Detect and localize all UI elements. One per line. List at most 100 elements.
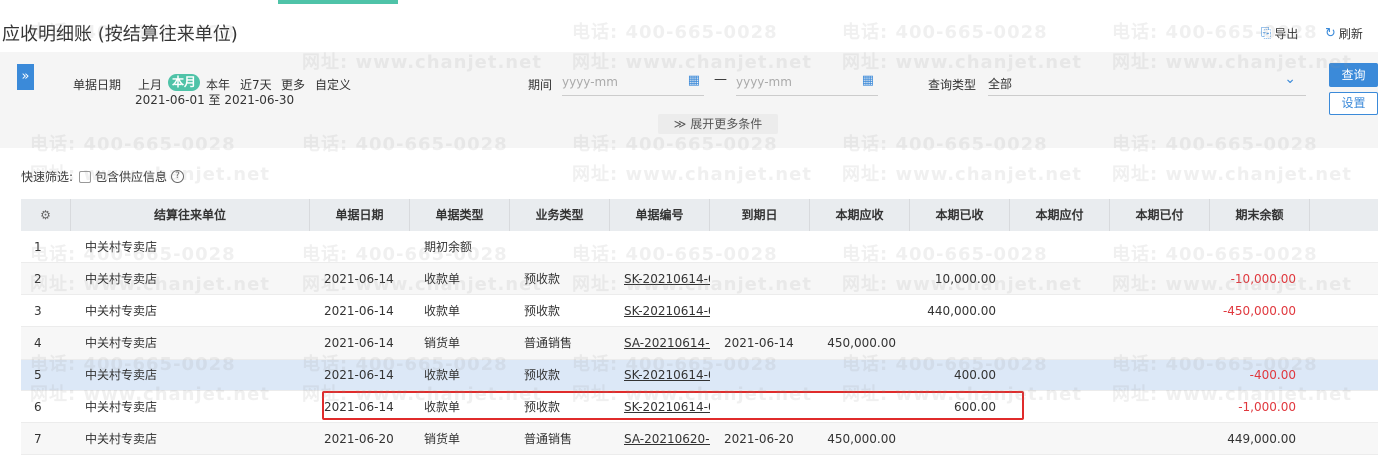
cell-doc-no-link[interactable]: SK-20210614-0 (610, 391, 710, 422)
query-button[interactable]: 查询 (1329, 63, 1378, 87)
col-header-unit[interactable]: 结算往来单位 (71, 199, 310, 231)
period-end-placeholder: yyyy-mm (736, 75, 792, 89)
cell-balance: -400.00 (1249, 368, 1296, 382)
period-start-input[interactable]: yyyy-mm ▦ (562, 72, 704, 96)
cell-doc-no-link[interactable]: SA-20210620-0 (610, 423, 710, 454)
cell-paid (1110, 423, 1210, 454)
col-header-doc-type[interactable]: 单据类型 (410, 199, 510, 231)
row-number: 1 (34, 240, 42, 254)
cell-balance (1210, 327, 1310, 359)
cell-received (910, 327, 1010, 359)
expand-more-label: 展开更多条件 (690, 117, 763, 131)
cell-receivable (810, 391, 910, 422)
cell-biz-type: 普通销售 (524, 336, 573, 350)
date-filter-label: 单据日期 (73, 78, 122, 92)
cell-payable (1010, 232, 1110, 262)
cell-biz-type: 预收款 (524, 304, 561, 318)
table-row[interactable]: 3 中关村专卖店 2021-06-14 收款单 预收款 SK-20210614-… (21, 295, 1378, 327)
col-header-payable[interactable]: 本期应付 (1010, 199, 1110, 231)
include-supplier-checkbox[interactable] (79, 170, 92, 183)
col-header-due-date[interactable]: 到期日 (710, 199, 810, 231)
table-row[interactable]: 6 中关村专卖店 2021-06-14 收款单 预收款 SK-20210614-… (21, 391, 1378, 423)
cell-date: 2021-06-14 (324, 304, 394, 318)
cell-doc-type: 销货单 (424, 336, 461, 350)
column-settings-icon[interactable]: ⚙ (21, 199, 71, 231)
cell-balance: -1,000.00 (1238, 400, 1296, 414)
table-row[interactable]: 7 中关村专卖店 2021-06-20 销货单 普通销售 SA-20210620… (21, 423, 1378, 455)
refresh-button[interactable]: ↻ 刷新 (1325, 25, 1363, 42)
cell-payable (1010, 327, 1110, 359)
period-end-input[interactable]: yyyy-mm ▦ (736, 72, 878, 96)
expand-more-conditions-button[interactable]: ≫ 展开更多条件 (658, 114, 778, 134)
quick-option-this-month[interactable]: 本月 (168, 74, 201, 91)
table-row[interactable]: 2 中关村专卖店 2021-06-14 收款单 预收款 SK-20210614-… (21, 263, 1378, 295)
table-row[interactable]: 1 中关村专卖店 期初余额 (21, 232, 1378, 263)
cell-doc-no-link[interactable]: SK-20210614-0 (610, 295, 710, 326)
quick-option-custom[interactable]: 自定义 (315, 76, 351, 93)
chevron-down-icon: ⌄ (1284, 71, 1296, 87)
col-header-paid[interactable]: 本期已付 (1110, 199, 1210, 231)
table-header: ⚙ 结算往来单位 单据日期 单据类型 业务类型 单据编号 到期日 本期应收 本期… (21, 199, 1378, 231)
active-tab-indicator (278, 0, 398, 4)
cell-received: 440,000.00 (927, 304, 996, 318)
cell-payable (1010, 263, 1110, 294)
page-title: 应收明细账 (按结算往来单位) (2, 24, 238, 45)
cell-doc-type: 收款单 (424, 368, 461, 382)
query-type-select[interactable]: 全部 ⌄ (988, 71, 1306, 96)
col-header-biz-type[interactable]: 业务类型 (510, 199, 610, 231)
table-row[interactable]: 4 中关村专卖店 2021-06-14 销货单 普通销售 SA-20210614… (21, 327, 1378, 360)
watermark-site: 网址: www.chanjet.net (572, 164, 812, 185)
cell-date: 2021-06-14 (324, 400, 394, 414)
cell-receivable (810, 263, 910, 294)
cell-doc-no-link[interactable]: SK-20210614-0 (610, 360, 710, 390)
cell-received (910, 423, 1010, 454)
cell-doc-no-link[interactable] (610, 232, 710, 262)
export-icon: ⎘ (1261, 26, 1272, 41)
cell-paid (1110, 391, 1210, 422)
cell-doc-no-link[interactable]: SA-20210614-0 (610, 327, 710, 359)
cell-payable (1010, 295, 1110, 326)
cell-date: 2021-06-20 (324, 432, 394, 446)
period-label: 期间 (528, 78, 553, 92)
cell-due-date (710, 295, 810, 326)
col-header-receivable[interactable]: 本期应收 (810, 199, 910, 231)
cell-balance: -10,000.00 (1230, 272, 1296, 286)
cell-doc-type: 收款单 (424, 272, 461, 286)
period-separator: — (714, 72, 727, 87)
row-number: 4 (34, 336, 42, 350)
quick-filter-label: 快速筛选: (21, 170, 74, 184)
cell-balance: 449,000.00 (1227, 432, 1296, 446)
cell-biz-type (510, 232, 610, 262)
collapse-sidebar-icon[interactable]: » (17, 64, 34, 90)
settings-button[interactable]: 设置 (1329, 92, 1378, 115)
calendar-icon[interactable]: ▦ (862, 73, 874, 88)
cell-payable (1010, 391, 1110, 422)
export-button[interactable]: ⎘ 导出 (1261, 25, 1298, 42)
query-type-label: 查询类型 (928, 78, 977, 92)
cell-biz-type: 普通销售 (524, 432, 573, 446)
refresh-icon: ↻ (1325, 26, 1336, 41)
col-header-date[interactable]: 单据日期 (310, 199, 410, 231)
cell-due-date (710, 263, 810, 294)
cell-unit: 中关村专卖店 (85, 304, 158, 318)
cell-doc-type: 收款单 (424, 400, 461, 414)
col-header-received[interactable]: 本期已收 (910, 199, 1010, 231)
cell-date: 2021-06-14 (324, 368, 394, 382)
cell-receivable (810, 295, 910, 326)
cell-payable (1010, 423, 1110, 454)
cell-biz-type: 预收款 (524, 368, 561, 382)
col-header-balance[interactable]: 期末余额 (1210, 199, 1310, 231)
cell-unit: 中关村专卖店 (85, 272, 158, 286)
table-row-selected[interactable]: 5 中关村专卖店 2021-06-14 收款单 预收款 SK-20210614-… (21, 360, 1378, 391)
calendar-icon[interactable]: ▦ (688, 73, 700, 88)
cell-received: 600.00 (954, 400, 996, 414)
cell-balance: -450,000.00 (1222, 304, 1296, 318)
cell-doc-no-link[interactable]: SK-20210614-0 (610, 263, 710, 294)
cell-payable (1010, 360, 1110, 390)
cell-due-date (710, 232, 810, 262)
cell-received: 400.00 (954, 368, 996, 382)
help-icon[interactable]: ? (171, 170, 185, 183)
cell-receivable (810, 232, 910, 262)
col-header-doc-no[interactable]: 单据编号 (610, 199, 710, 231)
cell-biz-type: 预收款 (524, 400, 561, 414)
